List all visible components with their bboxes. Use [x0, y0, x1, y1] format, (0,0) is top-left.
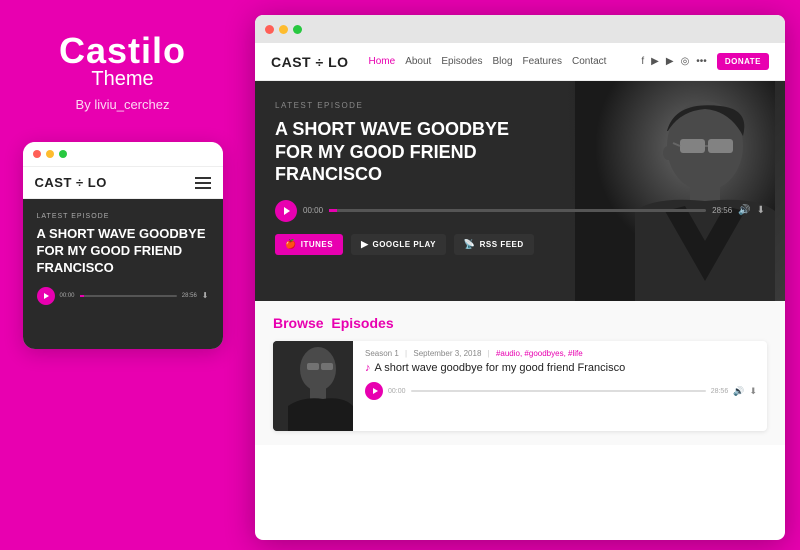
more-icon[interactable]: •••: [696, 56, 707, 67]
nav-social-icons: f ▶ ▶ ◎ •••: [641, 56, 706, 67]
episode-title-text: A short wave goodbye for my good friend …: [375, 362, 626, 374]
spotify-icon[interactable]: ◎: [681, 56, 690, 67]
left-panel: Castilo Theme By liviu_cerchez CAST ÷ LO…: [0, 0, 245, 550]
volume-icon[interactable]: 🔊: [738, 205, 750, 216]
dot-green: [59, 150, 67, 158]
google-play-button[interactable]: ▶ GOOGLE PLAY: [351, 234, 446, 255]
episode-action-icons: 🔊 ⬇: [733, 386, 757, 397]
rss-feed-button[interactable]: 📡 RSS FEED: [454, 234, 534, 255]
hero-latest-label: LATEST EPISODE: [275, 101, 765, 110]
browse-heading: Browse: [273, 315, 324, 331]
episode-player: 00:00 28:56 🔊 ⬇: [365, 382, 757, 400]
meta-separator-1: |: [405, 349, 407, 358]
dot-yellow: [46, 150, 54, 158]
thumb-illustration: [273, 341, 353, 431]
mobile-time-end: 28:56: [182, 293, 197, 299]
browser-dot-yellow: [279, 25, 288, 34]
nav-link-contact[interactable]: Contact: [572, 56, 606, 67]
play-circle-icon[interactable]: ▶: [651, 56, 659, 67]
browse-section: Browse Episodes Season 1 | September 3,: [255, 301, 785, 445]
rss-label: RSS FEED: [480, 240, 524, 249]
left-branding: Castilo Theme By liviu_cerchez: [59, 30, 186, 112]
music-note-icon: ♪: [365, 362, 371, 374]
donate-button[interactable]: DONATE: [717, 53, 769, 70]
hero-player: 00:00 28:56 🔊 ⬇: [275, 200, 765, 222]
hero-content: LATEST EPISODE A SHORT WAVE GOODBYE FOR …: [275, 101, 765, 255]
episode-info: Season 1 | September 3, 2018 | #audio, #…: [365, 341, 767, 431]
apple-icon: 🍎: [285, 239, 297, 250]
hero-action-buttons: 🍎 ITUNES ▶ GOOGLE PLAY 📡 RSS FEED: [275, 234, 765, 255]
rss-icon: 📡: [464, 239, 476, 250]
nav-link-home[interactable]: Home: [369, 56, 396, 67]
mobile-latest-label: LATEST EPISODE: [37, 213, 209, 220]
episode-volume-icon[interactable]: 🔊: [733, 386, 744, 397]
episode-date: September 3, 2018: [413, 349, 481, 358]
episode-play-button[interactable]: [365, 382, 383, 400]
site-logo: CAST ÷ LO: [271, 54, 349, 70]
episode-time-start: 00:00: [388, 388, 406, 395]
browser-dot-green: [293, 25, 302, 34]
browse-heading-accent: Episodes: [331, 315, 393, 331]
itunes-label: ITUNES: [301, 240, 333, 249]
hamburger-menu[interactable]: [195, 177, 211, 189]
meta-separator-2: |: [488, 349, 490, 358]
hero-progress-bar[interactable]: [329, 209, 706, 212]
site-nav: CAST ÷ LO Home About Episodes Blog Featu…: [255, 43, 785, 81]
episode-meta: Season 1 | September 3, 2018 | #audio, #…: [365, 349, 757, 358]
brand-author: By liviu_cerchez: [59, 97, 186, 112]
mobile-titlebar: [23, 142, 223, 166]
mobile-logo: CAST ÷ LO: [35, 175, 107, 190]
nav-link-about[interactable]: About: [405, 56, 431, 67]
itunes-button[interactable]: 🍎 ITUNES: [275, 234, 343, 255]
mobile-nav: CAST ÷ LO: [23, 166, 223, 199]
nav-links: Home About Episodes Blog Features Contac…: [369, 56, 642, 67]
episode-tags: #audio, #goodbyes, #life: [496, 349, 583, 358]
episode-time-end: 28:56: [711, 388, 729, 395]
mobile-play-button[interactable]: [37, 287, 55, 305]
episode-season: Season 1: [365, 349, 399, 358]
hero-episode-title: A SHORT WAVE GOODBYE FOR MY GOOD FRIEND …: [275, 118, 525, 186]
mobile-download-icon[interactable]: ⬇: [202, 291, 209, 300]
episode-progress-bar[interactable]: [411, 390, 706, 392]
episode-download-icon[interactable]: ⬇: [749, 386, 757, 397]
episode-card: Season 1 | September 3, 2018 | #audio, #…: [273, 341, 767, 431]
site-hero: LATEST EPISODE A SHORT WAVE GOODBYE FOR …: [255, 81, 785, 301]
mobile-progress-bar[interactable]: [80, 295, 177, 297]
browse-title: Browse Episodes: [273, 315, 767, 331]
nav-link-blog[interactable]: Blog: [492, 56, 512, 67]
youtube-icon[interactable]: ▶: [666, 56, 674, 67]
hero-play-button[interactable]: [275, 200, 297, 222]
nav-link-episodes[interactable]: Episodes: [441, 56, 482, 67]
hero-time-end: 28:56: [712, 206, 732, 215]
episode-thumbnail: [273, 341, 353, 431]
dot-red: [33, 150, 41, 158]
mobile-hero: LATEST EPISODE A SHORT WAVE GOODBYE FOR …: [23, 199, 223, 349]
browser-dot-red: [265, 25, 274, 34]
episode-name: ♪ A short wave goodbye for my good frien…: [365, 362, 757, 374]
google-play-label: GOOGLE PLAY: [372, 240, 435, 249]
nav-link-features[interactable]: Features: [523, 56, 562, 67]
mobile-time-start: 00:00: [60, 293, 75, 299]
facebook-icon[interactable]: f: [641, 56, 644, 67]
mobile-player: 00:00 28:56 ⬇: [37, 287, 209, 305]
brand-title: Castilo: [59, 30, 186, 72]
browser-titlebar: [255, 15, 785, 43]
mobile-card: CAST ÷ LO LATEST EPISODE A SHORT WAVE GO…: [23, 142, 223, 349]
download-icon[interactable]: ⬇: [757, 205, 765, 216]
mobile-episode-title: A SHORT WAVE GOODBYE FOR MY GOOD FRIEND …: [37, 226, 209, 277]
browser-mockup: CAST ÷ LO Home About Episodes Blog Featu…: [255, 15, 785, 540]
hero-time-start: 00:00: [303, 206, 323, 215]
google-play-icon: ▶: [361, 239, 368, 250]
